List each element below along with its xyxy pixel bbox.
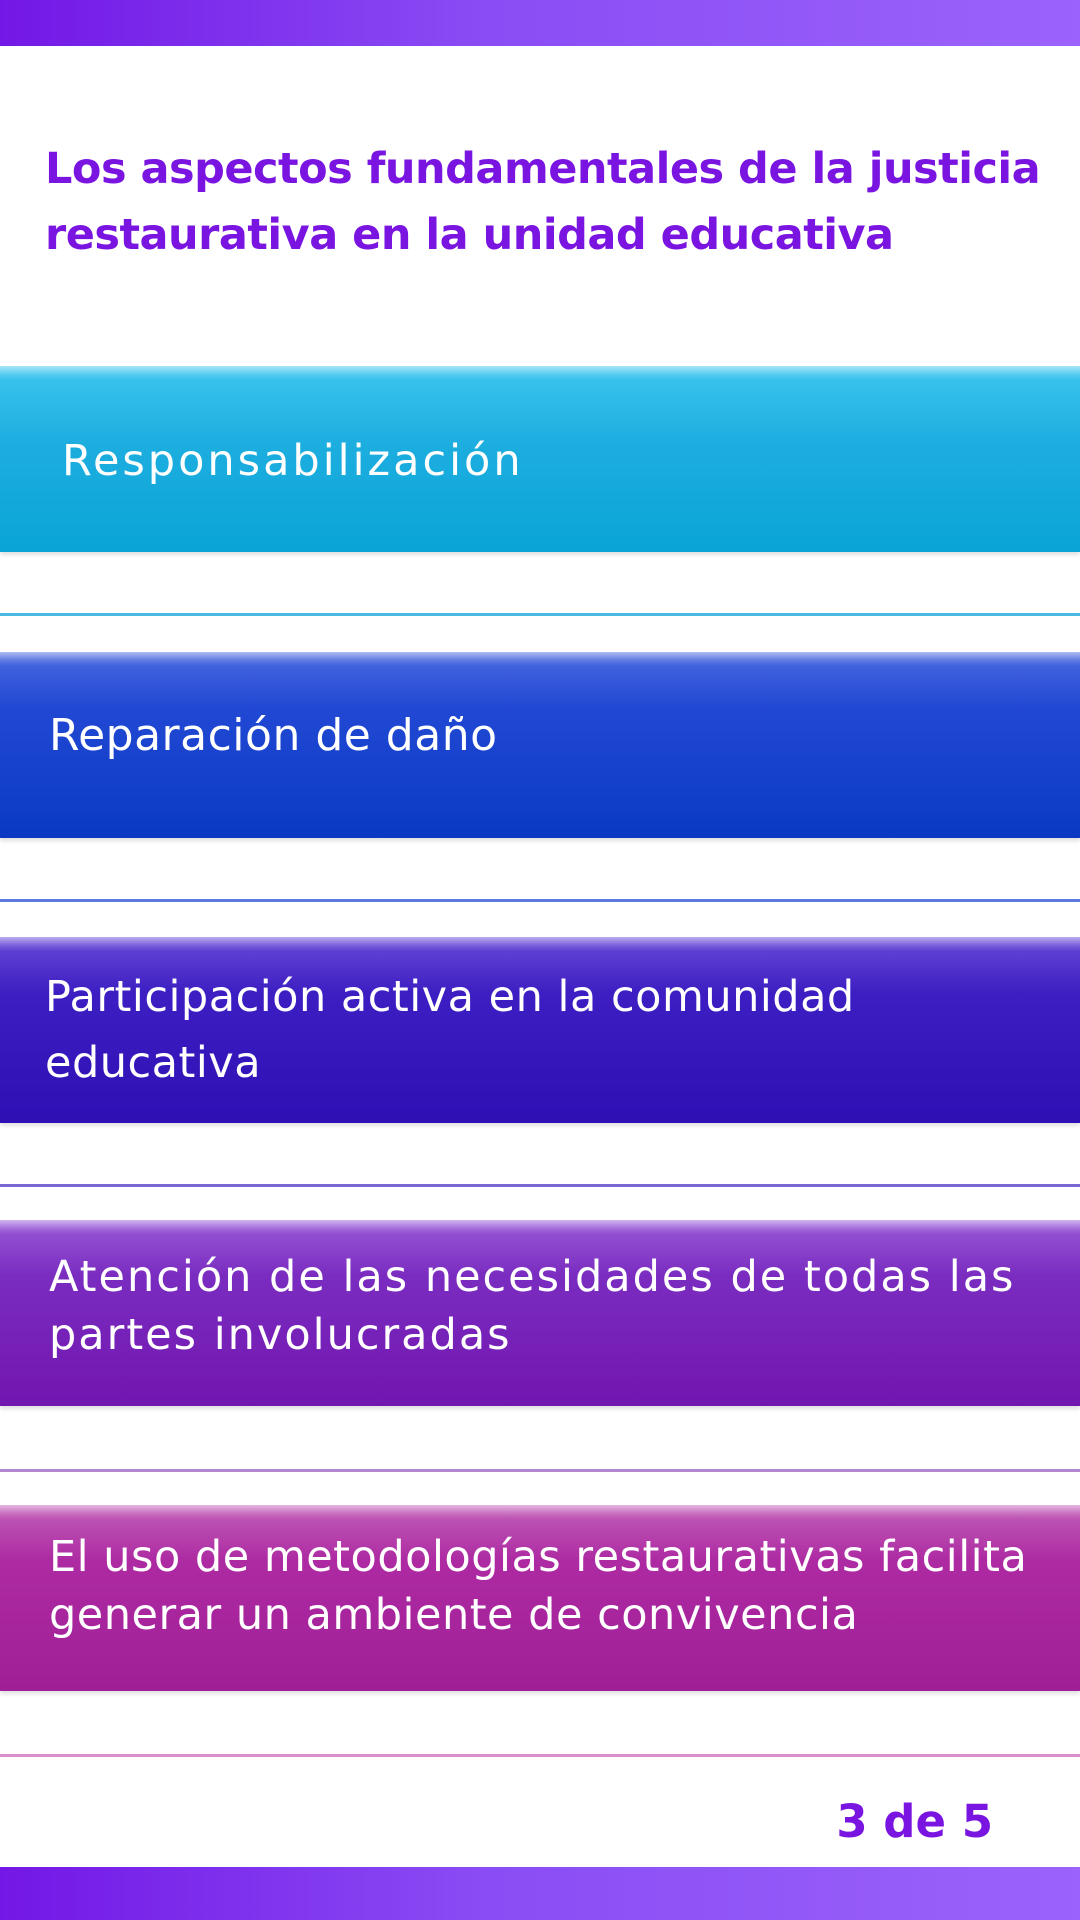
aspect-item-responsabilizacion[interactable]: Responsabilización [0, 366, 1080, 552]
divider [0, 1469, 1080, 1472]
divider [0, 1754, 1080, 1757]
aspect-item-label: Responsabilización [62, 436, 524, 486]
aspect-item-label: El uso de metodologías restaurativas fac… [49, 1532, 1028, 1640]
aspect-item-participacion[interactable]: Participación activa en la comunidad edu… [0, 937, 1080, 1123]
aspect-item-label: Participación activa en la comunidad edu… [45, 972, 855, 1088]
aspect-item-metodologias[interactable]: El uso de metodologías restaurativas fac… [0, 1505, 1080, 1691]
divider [0, 613, 1080, 616]
bottom-accent-bar [0, 1867, 1080, 1920]
page-counter: 3 de 5 [836, 1795, 993, 1848]
aspect-item-label: Atención de las necesidades de todas las… [49, 1252, 1016, 1360]
divider [0, 1184, 1080, 1187]
page-title: Los aspectos fundamentales de la justici… [45, 144, 1041, 260]
divider [0, 899, 1080, 902]
aspect-item-atencion[interactable]: Atención de las necesidades de todas las… [0, 1220, 1080, 1406]
aspect-item-label: Reparación de daño [49, 709, 498, 761]
top-accent-bar [0, 0, 1080, 46]
aspect-item-reparacion[interactable]: Reparación de daño [0, 652, 1080, 838]
